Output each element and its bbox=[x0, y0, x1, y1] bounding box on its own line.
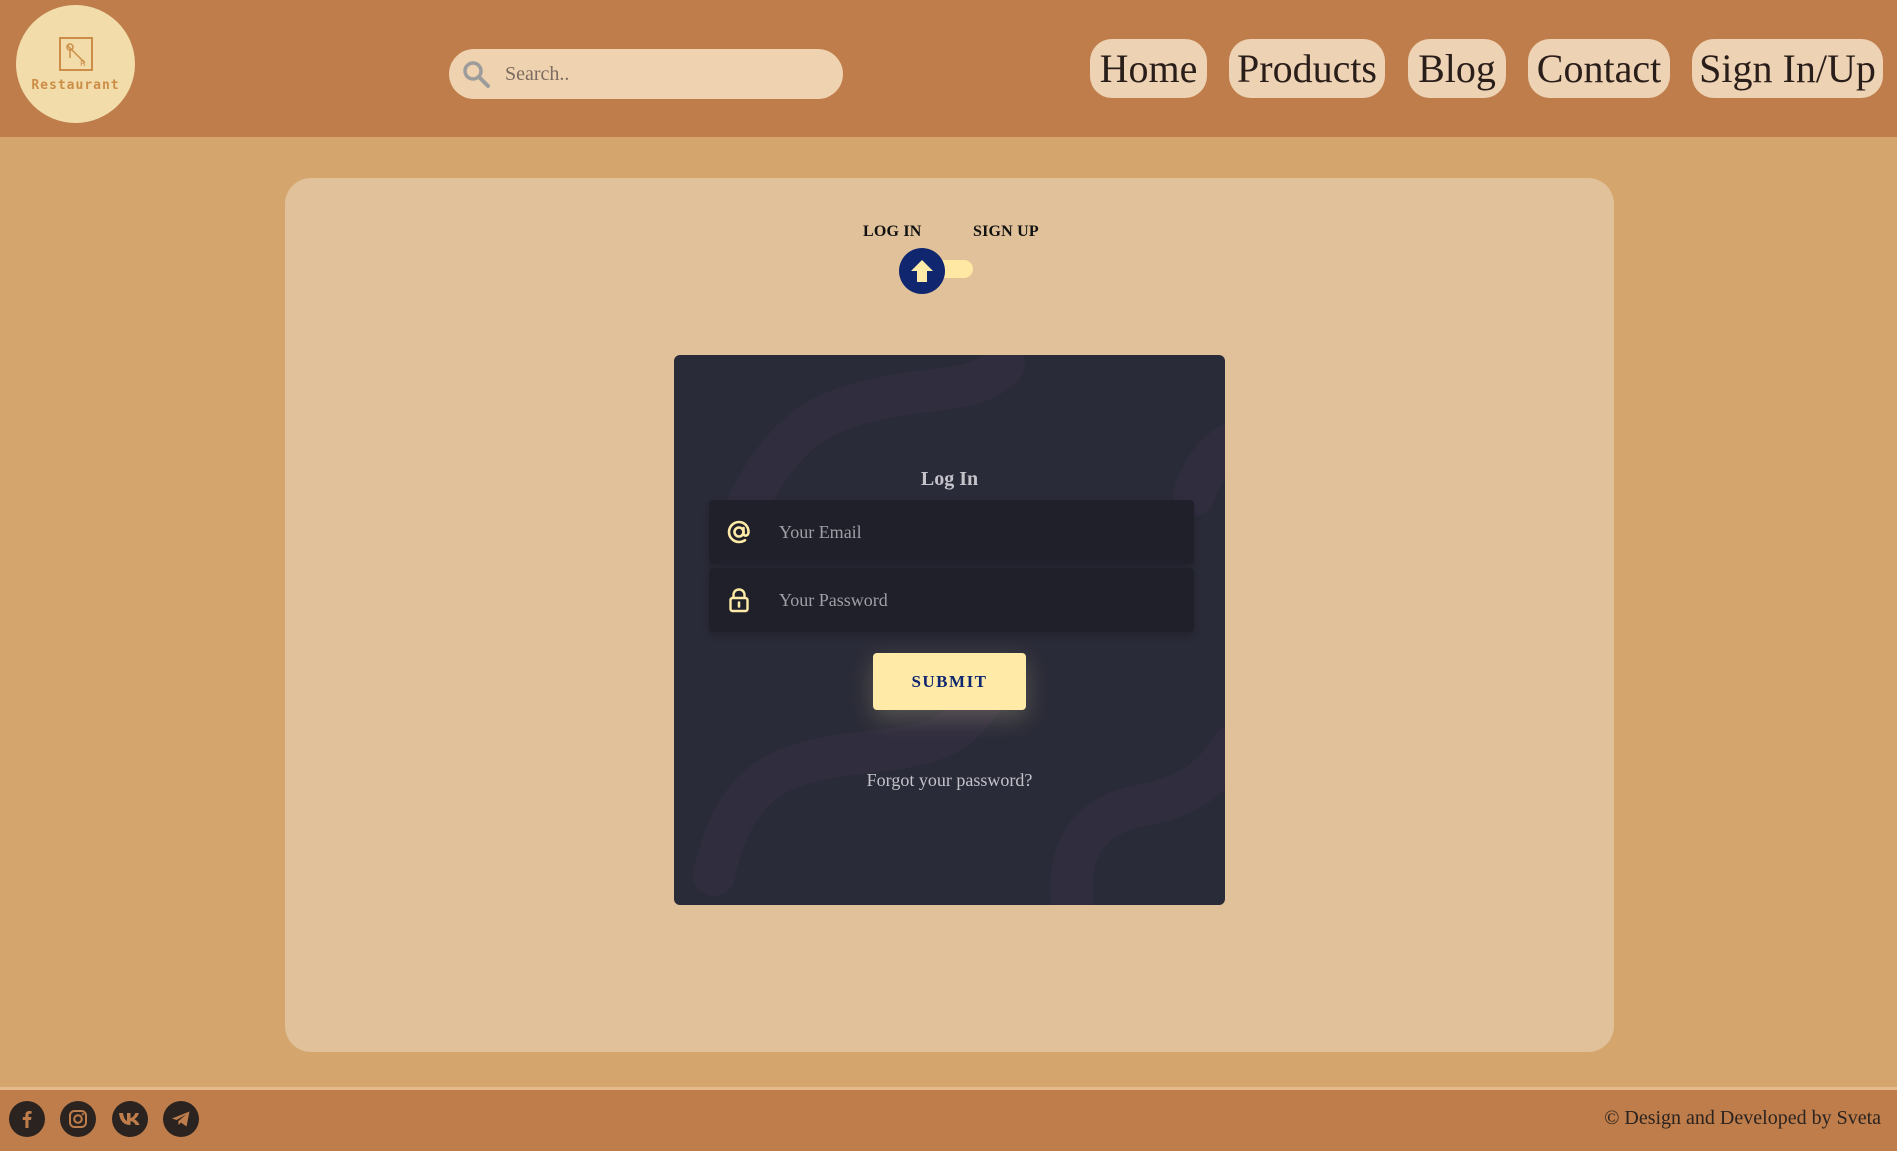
nav-blog[interactable]: Blog bbox=[1408, 39, 1506, 98]
toggle-label-sign-up[interactable]: SIGN UP bbox=[973, 223, 1039, 241]
auth-panel: LOG IN SIGN UP Log In Your Email SUBMIT … bbox=[285, 178, 1614, 1052]
instagram-icon[interactable] bbox=[60, 1101, 96, 1137]
vk-icon[interactable] bbox=[112, 1101, 148, 1137]
nav-contact[interactable]: Contact bbox=[1528, 39, 1670, 98]
auth-toggle-labels: LOG IN SIGN UP bbox=[285, 223, 1614, 243]
toggle-label-log-in[interactable]: LOG IN bbox=[863, 223, 922, 241]
login-title: Log In bbox=[920, 468, 979, 490]
footer-credit: © Design and Developed by Sveta bbox=[1604, 1107, 1881, 1129]
nav-products[interactable]: Products bbox=[1229, 39, 1385, 98]
svg-text:R: R bbox=[80, 59, 86, 68]
logo-text: Restaurant bbox=[31, 77, 120, 93]
arrow-up-icon bbox=[911, 260, 933, 282]
search-icon[interactable] bbox=[461, 59, 491, 89]
logo-mark-icon: R bbox=[58, 36, 93, 71]
nav-home[interactable]: Home bbox=[1090, 39, 1207, 98]
site-footer: © Design and Developed by Sveta bbox=[0, 1090, 1897, 1151]
auth-toggle-knob[interactable] bbox=[899, 248, 945, 294]
search-bar bbox=[449, 49, 843, 99]
password-field bbox=[709, 568, 1194, 632]
email-input[interactable] bbox=[779, 521, 1159, 543]
site-header: R Restaurant Home Products Blog Contact … bbox=[0, 0, 1897, 137]
restaurant-logo[interactable]: R Restaurant bbox=[16, 5, 135, 123]
search-input[interactable] bbox=[505, 62, 825, 86]
login-card: Log In SUBMIT Forgot your password? bbox=[674, 355, 1225, 905]
at-sign-icon bbox=[727, 520, 750, 544]
facebook-icon[interactable] bbox=[9, 1101, 45, 1137]
submit-button[interactable]: SUBMIT bbox=[873, 653, 1026, 710]
nav-sign-in-up[interactable]: Sign In/Up bbox=[1692, 39, 1883, 98]
forgot-password-link[interactable]: Forgot your password? bbox=[674, 770, 1225, 791]
password-input[interactable] bbox=[779, 589, 1159, 611]
email-field bbox=[709, 500, 1194, 564]
telegram-icon[interactable] bbox=[163, 1101, 199, 1137]
lock-icon bbox=[729, 588, 749, 613]
